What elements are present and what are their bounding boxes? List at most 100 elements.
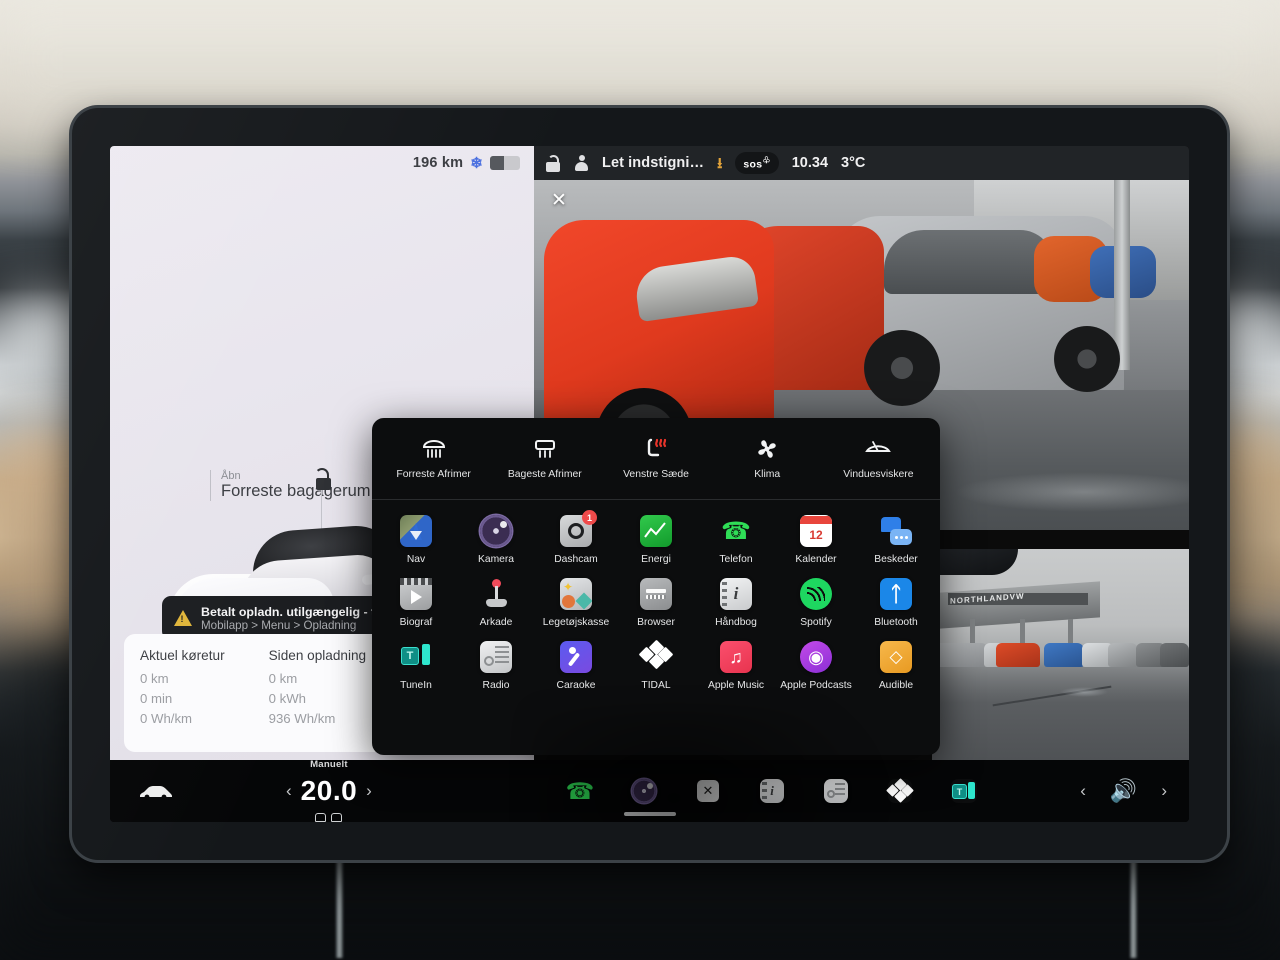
app-row: Nav Kamera 1 Dashcam Energi ☎ Telefon 12… bbox=[376, 508, 936, 571]
app-kalender[interactable]: 12 Kalender bbox=[776, 508, 856, 571]
quick-toggle-wipers[interactable]: Vinduesviskere bbox=[823, 418, 934, 499]
feed-canopy-pillar bbox=[1114, 180, 1130, 370]
app-tidal[interactable]: TIDAL bbox=[616, 634, 696, 697]
temperature-readout[interactable]: Manuelt 20.0 bbox=[300, 759, 358, 822]
screen-body: 196 km ❄ Åbn Forreste bagagerum Åbn Baga… bbox=[110, 146, 1189, 822]
app-biograf[interactable]: Biograf bbox=[376, 571, 456, 634]
climate-control: ‹ Manuelt 20.0 › bbox=[286, 759, 372, 822]
app-label: Legetøjskasse bbox=[542, 617, 610, 628]
chevron-left-icon[interactable]: ‹ bbox=[286, 781, 292, 801]
dashcam-badge: 1 bbox=[582, 510, 597, 525]
front-defrost-icon bbox=[421, 437, 447, 461]
quick-toggle-label: Forreste Afrimer bbox=[396, 469, 471, 480]
app-label: Beskeder bbox=[874, 554, 918, 565]
app-label: Nav bbox=[406, 554, 426, 565]
frunk-callout[interactable]: Åbn Forreste bagagerum bbox=[210, 470, 371, 502]
app-handbog[interactable]: i Håndbog bbox=[696, 571, 776, 634]
spotify-icon bbox=[800, 578, 832, 610]
trip-stat-value: 0 km bbox=[140, 671, 169, 686]
app-label: TIDAL bbox=[641, 680, 671, 691]
frunk-label: Forreste bagagerum bbox=[221, 482, 371, 501]
app-label: Caraoke bbox=[556, 680, 596, 691]
quick-toggle-left-seat-heater[interactable]: Venstre Sæde bbox=[600, 418, 711, 499]
feed-car bbox=[996, 643, 1040, 667]
quick-toggle-front-defrost[interactable]: Forreste Afrimer bbox=[378, 418, 489, 499]
outside-temperature: 3°C bbox=[841, 155, 866, 171]
app-beskeder[interactable]: Beskeder bbox=[856, 508, 936, 571]
climate-temperature: 20.0 bbox=[300, 775, 358, 806]
trip-stats-current: Aktuel køretur 0 km 0 min 0 Wh/km bbox=[140, 648, 225, 752]
chevron-right-icon[interactable]: › bbox=[366, 781, 372, 801]
windshield-wiper-icon bbox=[864, 437, 892, 461]
frunk-action-label: Åbn bbox=[221, 470, 241, 482]
taskbar-close[interactable]: ✕ bbox=[693, 776, 723, 806]
feed-wheel bbox=[1054, 326, 1120, 392]
tunein-glyph: T bbox=[401, 647, 419, 665]
app-apple-podcasts[interactable]: ◉ Apple Podcasts bbox=[776, 634, 856, 697]
fan-climate-icon bbox=[755, 437, 779, 461]
driver-profile-icon[interactable] bbox=[574, 155, 589, 171]
rear-defrost-icon bbox=[532, 437, 558, 461]
tidal-icon bbox=[886, 778, 914, 803]
software-update-download-icon[interactable]: ⭳ bbox=[717, 156, 722, 171]
camera-app-icon bbox=[632, 779, 656, 803]
app-tunein[interactable]: T TuneIn bbox=[376, 634, 456, 697]
status-bar: Let indstigni… ⭳ sos♧ 10.34 3°C bbox=[534, 146, 1189, 180]
feed-ground bbox=[932, 665, 1189, 760]
taskbar-camera[interactable] bbox=[629, 776, 659, 806]
taskbar-tidal[interactable] bbox=[885, 776, 915, 806]
radio-icon bbox=[824, 779, 848, 803]
camera-feed-rear[interactable]: NORTHLANDVW bbox=[932, 549, 1189, 760]
chevron-left-icon[interactable]: ‹ bbox=[1080, 781, 1086, 801]
seat-heater-icon[interactable] bbox=[301, 813, 358, 822]
app-apple-music[interactable]: ♫ Apple Music bbox=[696, 634, 776, 697]
caraoke-microphone-icon bbox=[560, 641, 592, 673]
quick-toggle-label: Bageste Afrimer bbox=[507, 469, 582, 480]
app-browser[interactable]: Browser bbox=[616, 571, 696, 634]
quick-toggle-rear-defrost[interactable]: Bageste Afrimer bbox=[489, 418, 600, 499]
close-icon[interactable]: ✕ bbox=[548, 190, 570, 212]
dashcam-icon: 1 bbox=[560, 510, 597, 547]
app-arkade[interactable]: Arkade bbox=[456, 571, 536, 634]
app-caraoke[interactable]: Caraoke bbox=[536, 634, 616, 697]
quick-toggle-label: Vinduesviskere bbox=[843, 469, 914, 480]
sos-button[interactable]: sos♧ bbox=[735, 151, 779, 175]
app-dashcam[interactable]: 1 Dashcam bbox=[536, 508, 616, 571]
unlocked-padlock-icon[interactable] bbox=[546, 154, 561, 172]
tunein-icon: T bbox=[951, 779, 977, 803]
app-spotify[interactable]: Spotify bbox=[776, 571, 856, 634]
home-indicator[interactable] bbox=[623, 812, 676, 816]
bluetooth-icon: ᛏ bbox=[880, 578, 912, 610]
taskbar-phone[interactable]: ☎ bbox=[565, 776, 595, 806]
app-energi[interactable]: Energi bbox=[616, 508, 696, 571]
padlock-body bbox=[316, 478, 331, 490]
speaker-volume-icon[interactable]: 🔊 bbox=[1110, 778, 1137, 804]
feed-car-red bbox=[544, 220, 774, 484]
feed-car-silver-glass bbox=[884, 230, 1054, 294]
app-bluetooth[interactable]: ᛏ Bluetooth bbox=[856, 571, 936, 634]
app-audible[interactable]: ◇ Audible bbox=[856, 634, 936, 697]
app-nav[interactable]: Nav bbox=[376, 508, 456, 571]
app-radio[interactable]: Radio bbox=[456, 634, 536, 697]
car-controls-icon[interactable] bbox=[134, 783, 176, 800]
app-row: T TuneIn Radio Caraoke TIDAL ♫ Apple Mus… bbox=[376, 634, 936, 697]
charging-warning-subtitle: Mobilapp > Menu > Opladning bbox=[201, 618, 357, 632]
background-sky bbox=[0, 0, 1280, 120]
chevron-right-icon[interactable]: › bbox=[1161, 781, 1167, 801]
theater-clapperboard-icon bbox=[400, 578, 432, 610]
quick-toggle-climate[interactable]: Klima bbox=[712, 418, 823, 499]
app-label: Apple Podcasts bbox=[780, 680, 852, 691]
app-kamera[interactable]: Kamera bbox=[456, 508, 536, 571]
quick-toggle-row: Forreste Afrimer Bageste Afrimer Venstre… bbox=[372, 418, 940, 500]
taskbar-radio[interactable] bbox=[821, 776, 851, 806]
driver-profile-label[interactable]: Let indstigni… bbox=[602, 155, 704, 171]
snowflake-icon: ❄ bbox=[470, 154, 483, 172]
taskbar-handbook[interactable]: i bbox=[757, 776, 787, 806]
app-legetojskasse[interactable]: ✦ Legetøjskasse bbox=[536, 571, 616, 634]
app-label: Spotify bbox=[800, 617, 832, 628]
app-label: Telefon bbox=[719, 554, 753, 565]
phone-icon: ☎ bbox=[565, 777, 595, 804]
app-label: TuneIn bbox=[400, 680, 432, 691]
app-telefon[interactable]: ☎ Telefon bbox=[696, 508, 776, 571]
taskbar-tunein[interactable]: T bbox=[949, 776, 979, 806]
